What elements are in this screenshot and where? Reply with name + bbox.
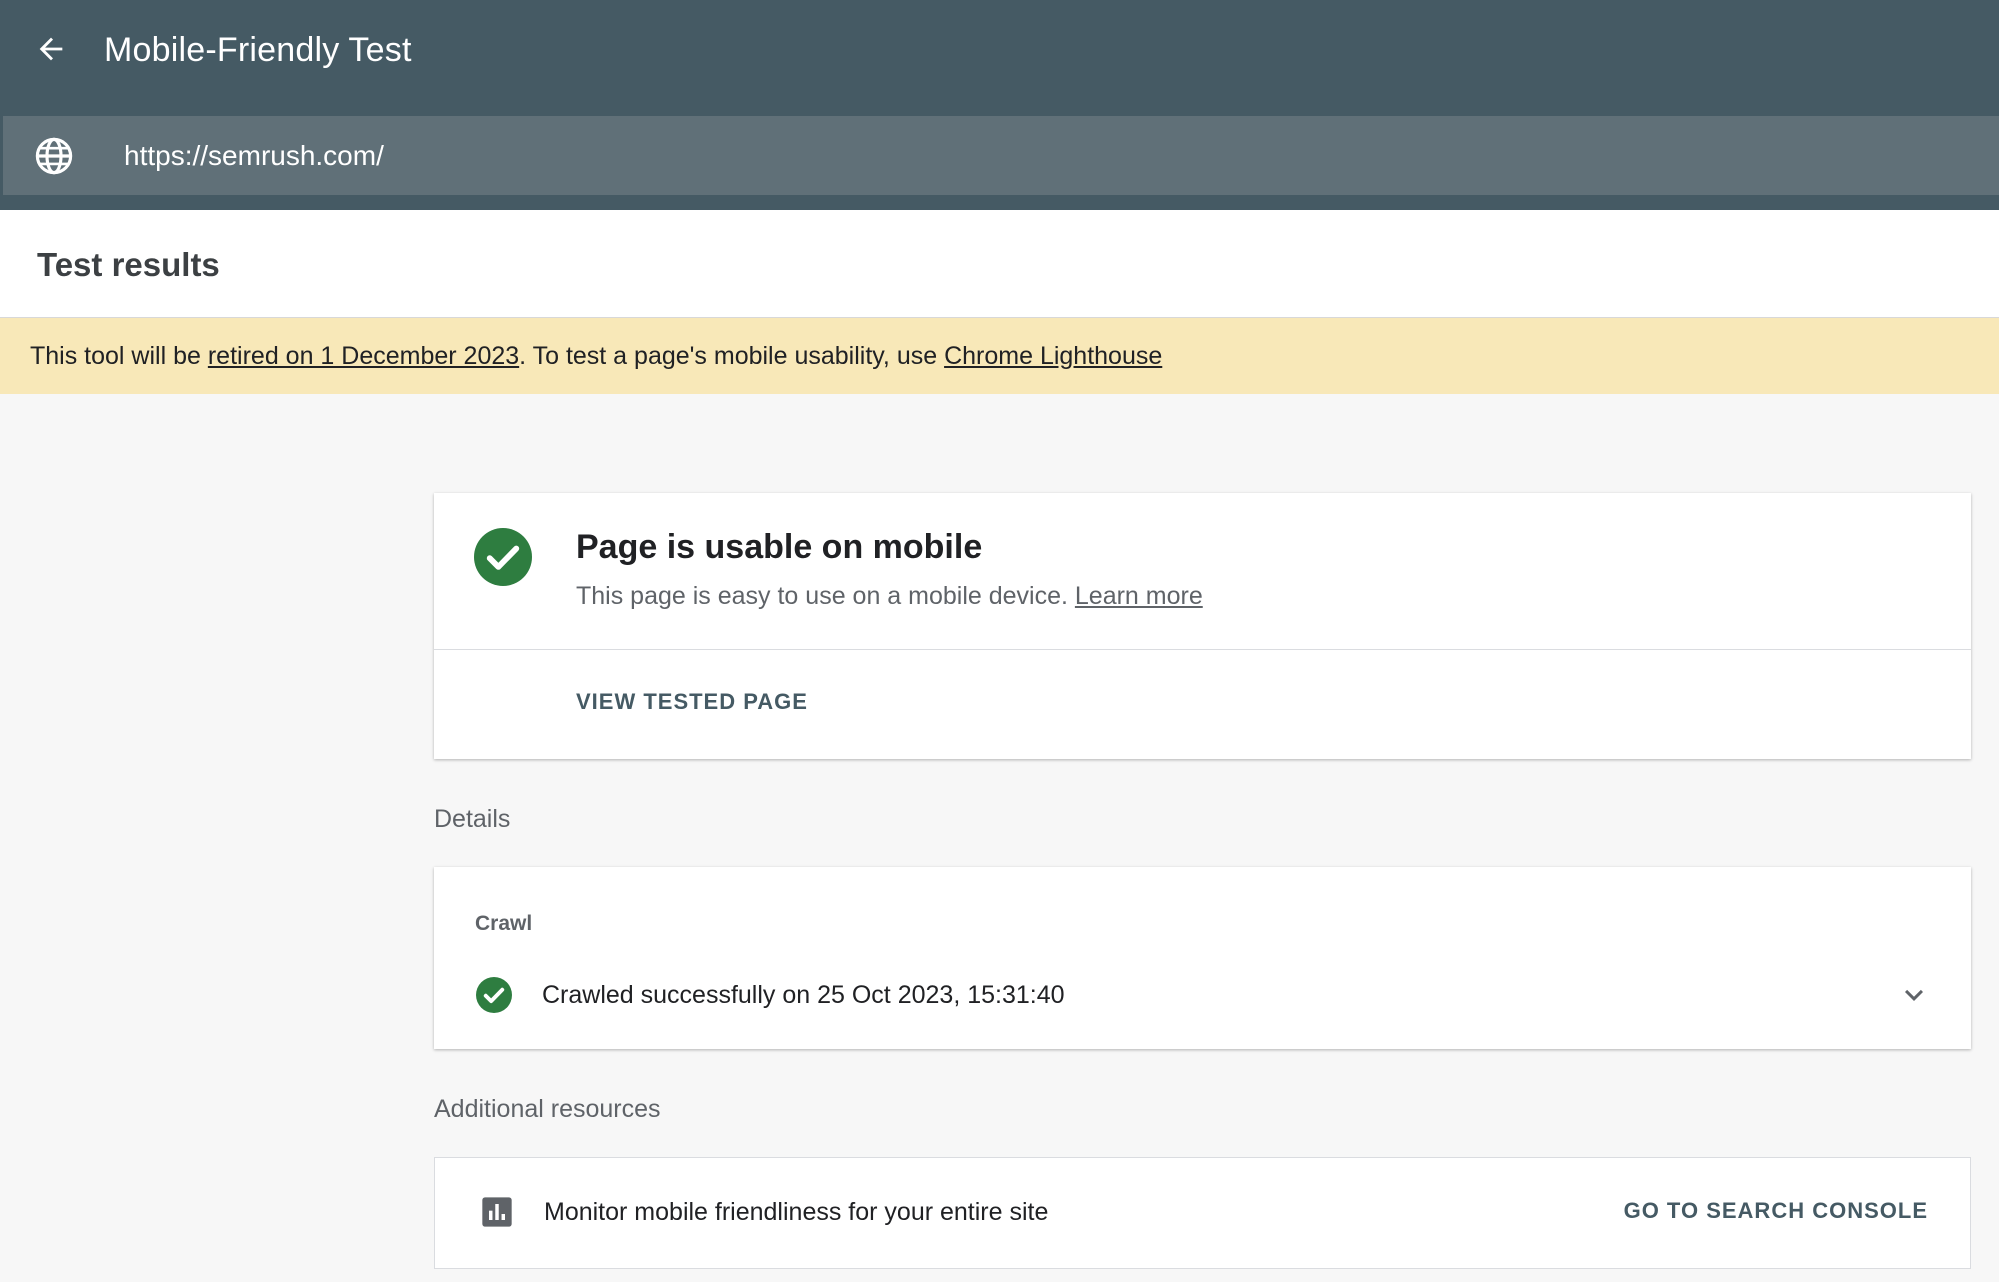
view-tested-page-button[interactable]: VIEW TESTED PAGE [576, 689, 808, 715]
chevron-down-icon[interactable] [1896, 977, 1932, 1013]
back-button[interactable] [28, 26, 74, 72]
url-input[interactable]: https://semrush.com/ [124, 138, 384, 174]
status-heading: Page is usable on mobile [576, 528, 983, 566]
status-description-text: This page is easy to use on a mobile dev… [576, 582, 1075, 610]
go-to-search-console-button[interactable]: GO TO SEARCH CONSOLE [1624, 1198, 1928, 1224]
banner-text-before: This tool will be [30, 342, 208, 370]
status-description: This page is easy to use on a mobile dev… [576, 579, 1203, 613]
banner-text: This tool will be retired on 1 December … [30, 340, 1162, 372]
resource-item: Monitor mobile friendliness for your ent… [434, 1157, 1971, 1269]
crawl-label: Crawl [475, 912, 533, 935]
crawl-status-text: Crawled successfully on 25 Oct 2023, 15:… [542, 981, 1065, 1009]
status-summary: Page is usable on mobile This page is ea… [434, 493, 1971, 650]
arrow-back-icon [39, 37, 63, 61]
check-circle-icon [476, 977, 512, 1013]
crawl-card[interactable]: Crawl Crawled successfully on 25 Oct 202… [434, 867, 1971, 1049]
additional-resources-label: Additional resources [434, 1095, 661, 1123]
retired-date-link[interactable]: retired on 1 December 2023 [208, 342, 519, 370]
page-title: Test results [37, 246, 220, 283]
app-header: Mobile-Friendly Test https://semrush.com… [0, 0, 1999, 210]
globe-icon [35, 137, 73, 175]
learn-more-link[interactable]: Learn more [1075, 582, 1203, 610]
app-title: Mobile-Friendly Test [104, 31, 412, 69]
details-label: Details [434, 805, 511, 833]
url-bar[interactable]: https://semrush.com/ [3, 116, 1999, 195]
retirement-banner: This tool will be retired on 1 December … [0, 318, 1999, 394]
mobile-status-card: Page is usable on mobile This page is ea… [434, 493, 1971, 759]
bar-chart-icon [482, 1197, 512, 1227]
banner-text-middle: . To test a page's mobile usability, use [519, 342, 945, 370]
check-circle-icon [474, 528, 532, 586]
resource-item-text: Monitor mobile friendliness for your ent… [544, 1198, 1049, 1226]
chrome-lighthouse-link[interactable]: Chrome Lighthouse [944, 342, 1162, 370]
results-header: Test results [0, 210, 1999, 318]
